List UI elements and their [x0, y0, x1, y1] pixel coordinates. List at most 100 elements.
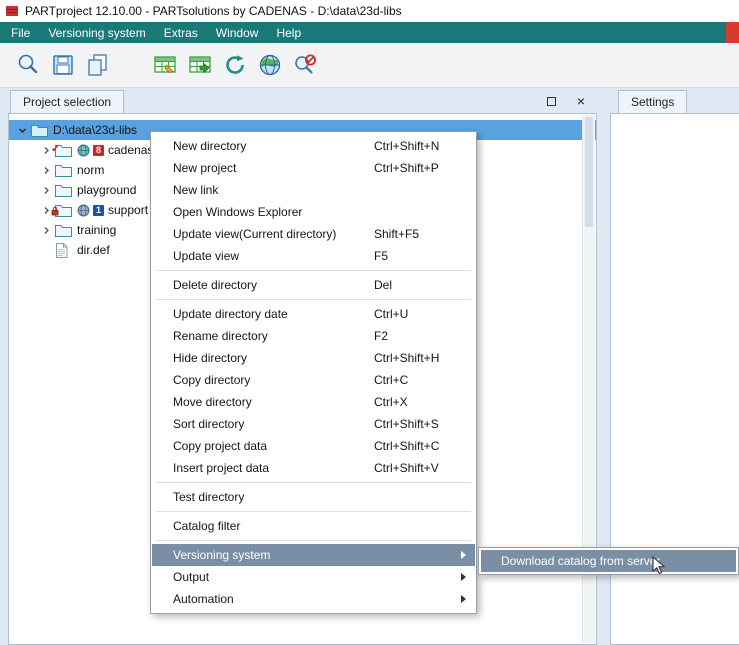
menu-separator — [156, 299, 471, 300]
shortcut-label: Ctrl+Shift+S — [374, 417, 439, 431]
menu-item-output[interactable]: Output — [152, 566, 475, 588]
maximize-icon — [547, 97, 556, 106]
submenu-arrow-icon — [461, 573, 466, 581]
menu-item-delete-directory[interactable]: Delete directoryDel — [152, 274, 475, 296]
status-badge: 1 — [93, 205, 104, 216]
menu-item-update-view[interactable]: Update viewF5 — [152, 245, 475, 267]
folder-icon — [55, 223, 72, 238]
menu-item-new-project[interactable]: New projectCtrl+Shift+P — [152, 157, 475, 179]
menu-item-download-catalog-from-server[interactable]: Download catalog from server — [481, 550, 736, 572]
menu-item-automation[interactable]: Automation — [152, 588, 475, 610]
title-bar: PARTproject 12.10.00 - PARTsolutions by … — [0, 0, 739, 22]
tree-label-training: training — [77, 223, 116, 237]
menu-item-test-directory[interactable]: Test directory — [152, 486, 475, 508]
search-restricted-icon[interactable] — [289, 49, 321, 81]
tab-settings[interactable]: Settings — [618, 90, 687, 113]
folder-icon: ✓ — [55, 143, 72, 158]
lock-overlay-icon — [51, 205, 59, 219]
menu-file[interactable]: File — [2, 23, 39, 43]
settings-panel-tabrow: Settings — [610, 90, 739, 113]
tree-label-support: support — [108, 203, 148, 217]
tab-project-selection-label: Project selection — [23, 95, 111, 109]
chevron-right-icon[interactable] — [39, 183, 53, 197]
scrollbar-thumb[interactable] — [585, 117, 593, 227]
copy-icon[interactable] — [82, 49, 114, 81]
shortcut-label: Del — [374, 278, 392, 292]
menu-item-update-directory-date[interactable]: Update directory dateCtrl+U — [152, 303, 475, 325]
menu-help[interactable]: Help — [267, 23, 310, 43]
globe-mini-icon — [77, 144, 90, 157]
menu-item-new-link[interactable]: New link — [152, 179, 475, 201]
menu-separator — [156, 482, 471, 483]
tree-label-norm: norm — [77, 163, 104, 177]
panel-buttons: × — [543, 93, 589, 109]
menu-window[interactable]: Window — [207, 23, 268, 43]
menubar-red-logo — [726, 22, 739, 43]
folder-icon — [55, 183, 72, 198]
menu-item-hide-directory[interactable]: Hide directoryCtrl+Shift+H — [152, 347, 475, 369]
checkmark-overlay-icon: ✓ — [51, 142, 60, 155]
menu-separator — [156, 270, 471, 271]
folder-icon — [55, 203, 72, 218]
file-icon — [55, 243, 72, 258]
tab-project-selection[interactable]: Project selection — [10, 90, 124, 113]
menu-item-copy-directory[interactable]: Copy directoryCtrl+C — [152, 369, 475, 391]
close-icon: × — [577, 94, 585, 108]
window-title: PARTproject 12.10.00 - PARTsolutions by … — [25, 4, 402, 18]
close-panel-button[interactable]: × — [573, 93, 589, 109]
app-logo-icon — [5, 4, 19, 18]
shortcut-label: F2 — [374, 329, 388, 343]
menu-bar: File Versioning system Extras Window Hel… — [0, 22, 739, 43]
shortcut-label: Ctrl+Shift+P — [374, 161, 439, 175]
menu-item-open-windows-explorer[interactable]: Open Windows Explorer — [152, 201, 475, 223]
search-project-icon[interactable] — [12, 49, 44, 81]
submenu-arrow-icon — [461, 551, 466, 559]
tree-label-root: D:\data\23d-libs — [53, 123, 137, 137]
menu-item-catalog-filter[interactable]: Catalog filter — [152, 515, 475, 537]
table-export-icon[interactable] — [184, 49, 216, 81]
sync-icon[interactable] — [219, 49, 251, 81]
globe-icon[interactable] — [254, 49, 286, 81]
menu-item-new-directory[interactable]: New directoryCtrl+Shift+N — [152, 135, 475, 157]
shortcut-label: Ctrl+C — [374, 373, 408, 387]
chevron-spacer — [39, 243, 53, 257]
menu-extras[interactable]: Extras — [155, 23, 207, 43]
folder-open-icon — [31, 123, 48, 138]
shortcut-label: Shift+F5 — [374, 227, 419, 241]
menu-item-insert-project-data[interactable]: Insert project dataCtrl+Shift+V — [152, 457, 475, 479]
chevron-right-icon[interactable] — [39, 163, 53, 177]
menu-item-versioning-system[interactable]: Versioning system — [152, 544, 475, 566]
tree-label-cadenas: cadenas — [108, 143, 153, 157]
menu-item-copy-project-data[interactable]: Copy project dataCtrl+Shift+C — [152, 435, 475, 457]
toolbar-separator — [117, 65, 149, 66]
shortcut-label: Ctrl+Shift+C — [374, 439, 439, 453]
menu-item-sort-directory[interactable]: Sort directoryCtrl+Shift+S — [152, 413, 475, 435]
shortcut-label: Ctrl+X — [374, 395, 408, 409]
chevron-down-icon[interactable] — [15, 123, 29, 137]
menu-separator — [156, 511, 471, 512]
shortcut-label: Ctrl+Shift+H — [374, 351, 439, 365]
shortcut-label: Ctrl+Shift+V — [374, 461, 439, 475]
chevron-right-icon[interactable] — [39, 223, 53, 237]
table-edit-icon[interactable] — [149, 49, 181, 81]
shortcut-label: Ctrl+Shift+N — [374, 139, 439, 153]
menu-item-move-directory[interactable]: Move directoryCtrl+X — [152, 391, 475, 413]
menu-versioning-system[interactable]: Versioning system — [39, 23, 154, 43]
menu-item-update-view-current-directory[interactable]: Update view(Current directory)Shift+F5 — [152, 223, 475, 245]
status-badge: 8 — [93, 145, 104, 156]
tab-settings-label: Settings — [631, 95, 674, 109]
submenu-arrow-icon — [461, 595, 466, 603]
menu-item-rename-directory[interactable]: Rename directoryF2 — [152, 325, 475, 347]
folder-icon — [55, 163, 72, 178]
save-icon[interactable] — [47, 49, 79, 81]
project-panel-tabrow: Project selection × — [8, 90, 597, 113]
toolbar — [0, 43, 739, 88]
shortcut-label: F5 — [374, 249, 388, 263]
versioning-submenu: Download catalog from server — [478, 547, 739, 575]
context-menu: New directoryCtrl+Shift+N New projectCtr… — [150, 131, 477, 614]
shortcut-label: Ctrl+U — [374, 307, 408, 321]
tree-label-dirdef: dir.def — [77, 243, 110, 257]
menu-separator — [156, 540, 471, 541]
maximize-panel-button[interactable] — [543, 93, 559, 109]
tree-label-playground: playground — [77, 183, 136, 197]
